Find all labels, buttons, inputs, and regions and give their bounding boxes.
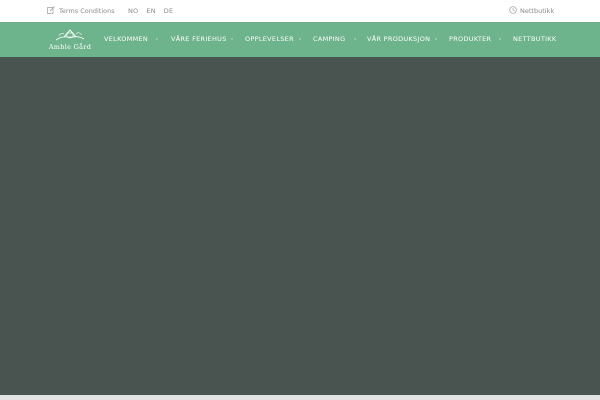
nav-separator bbox=[299, 38, 301, 40]
nav-separator bbox=[499, 38, 501, 40]
brand-name: Amble Gård bbox=[48, 43, 92, 51]
nav-separator bbox=[231, 38, 233, 40]
terms-conditions-label: Terms Conditions bbox=[59, 7, 115, 15]
nav-item-nettbutikk[interactable]: NETTBUTIKK bbox=[513, 34, 556, 44]
nav-item-vare-feriehus[interactable]: VÅRE FERIEHUS bbox=[171, 34, 227, 44]
nettbutikk-top-link[interactable]: Nettbutikk bbox=[509, 5, 554, 17]
main-navigation: Amble Gård VELKOMMEN VÅRE FERIEHUS OPPLE… bbox=[0, 22, 600, 57]
brand-logo[interactable]: Amble Gård bbox=[47, 26, 93, 53]
edit-icon bbox=[47, 6, 59, 16]
nav-separator bbox=[156, 38, 158, 40]
nav-item-opplevelser[interactable]: OPPLEVELSER bbox=[245, 34, 294, 44]
top-bar: Terms Conditions NO EN DE Nettbutikk bbox=[0, 0, 600, 22]
nav-item-produkter[interactable]: PRODUKTER bbox=[449, 34, 491, 44]
nettbutikk-top-label: Nettbutikk bbox=[520, 7, 555, 15]
nav-item-velkommen[interactable]: VELKOMMEN bbox=[104, 34, 148, 44]
language-en[interactable]: EN bbox=[146, 7, 155, 15]
clock-icon bbox=[509, 6, 520, 16]
language-de[interactable]: DE bbox=[164, 7, 174, 15]
nav-separator bbox=[354, 38, 356, 40]
language-switcher: NO EN DE bbox=[128, 5, 181, 17]
nav-item-var-produksjon[interactable]: VÅR PRODUKSJON bbox=[367, 34, 430, 44]
terms-conditions-link[interactable]: Terms Conditions bbox=[47, 5, 115, 17]
page-bottom-edge bbox=[0, 395, 600, 400]
hero-banner bbox=[0, 57, 600, 395]
language-no[interactable]: NO bbox=[128, 7, 138, 15]
nav-separator bbox=[435, 38, 437, 40]
nav-item-camping[interactable]: CAMPING bbox=[313, 34, 345, 44]
